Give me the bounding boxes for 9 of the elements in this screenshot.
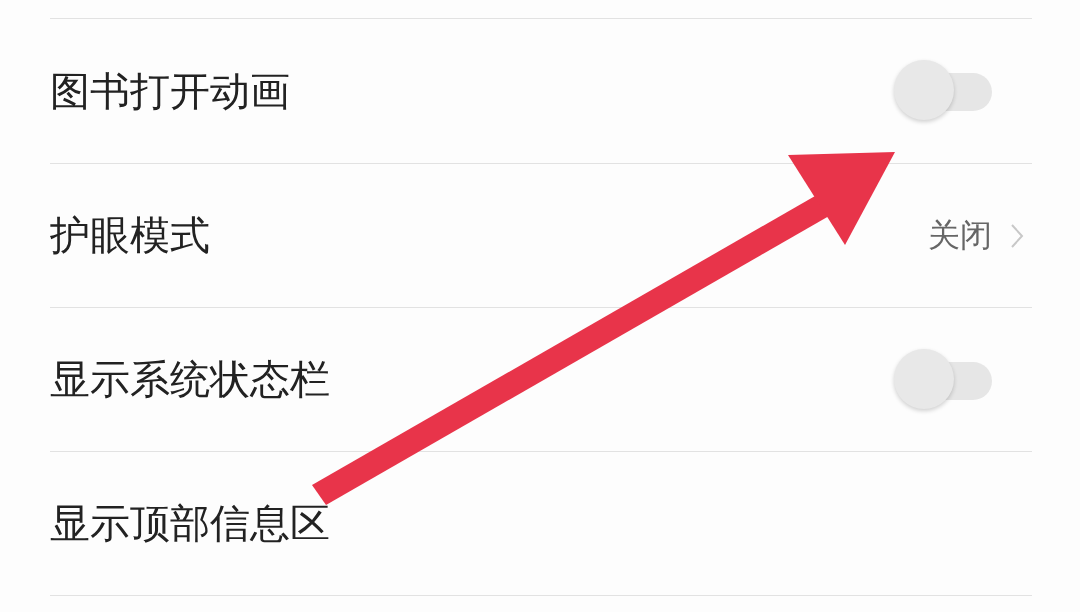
chevron-right-icon xyxy=(1010,222,1024,249)
setting-value: 关闭 xyxy=(928,214,992,256)
toggle-switch[interactable] xyxy=(894,348,992,411)
settings-row[interactable]: 图书打开动画 xyxy=(50,19,1032,163)
setting-label: 护眼模式 xyxy=(50,211,210,260)
setting-label: 显示顶部信息区 xyxy=(50,499,330,548)
toggle-switch[interactable] xyxy=(894,60,992,122)
setting-label: 显示系统状态栏 xyxy=(50,355,330,404)
setting-label: 图书打开动画 xyxy=(50,66,290,116)
